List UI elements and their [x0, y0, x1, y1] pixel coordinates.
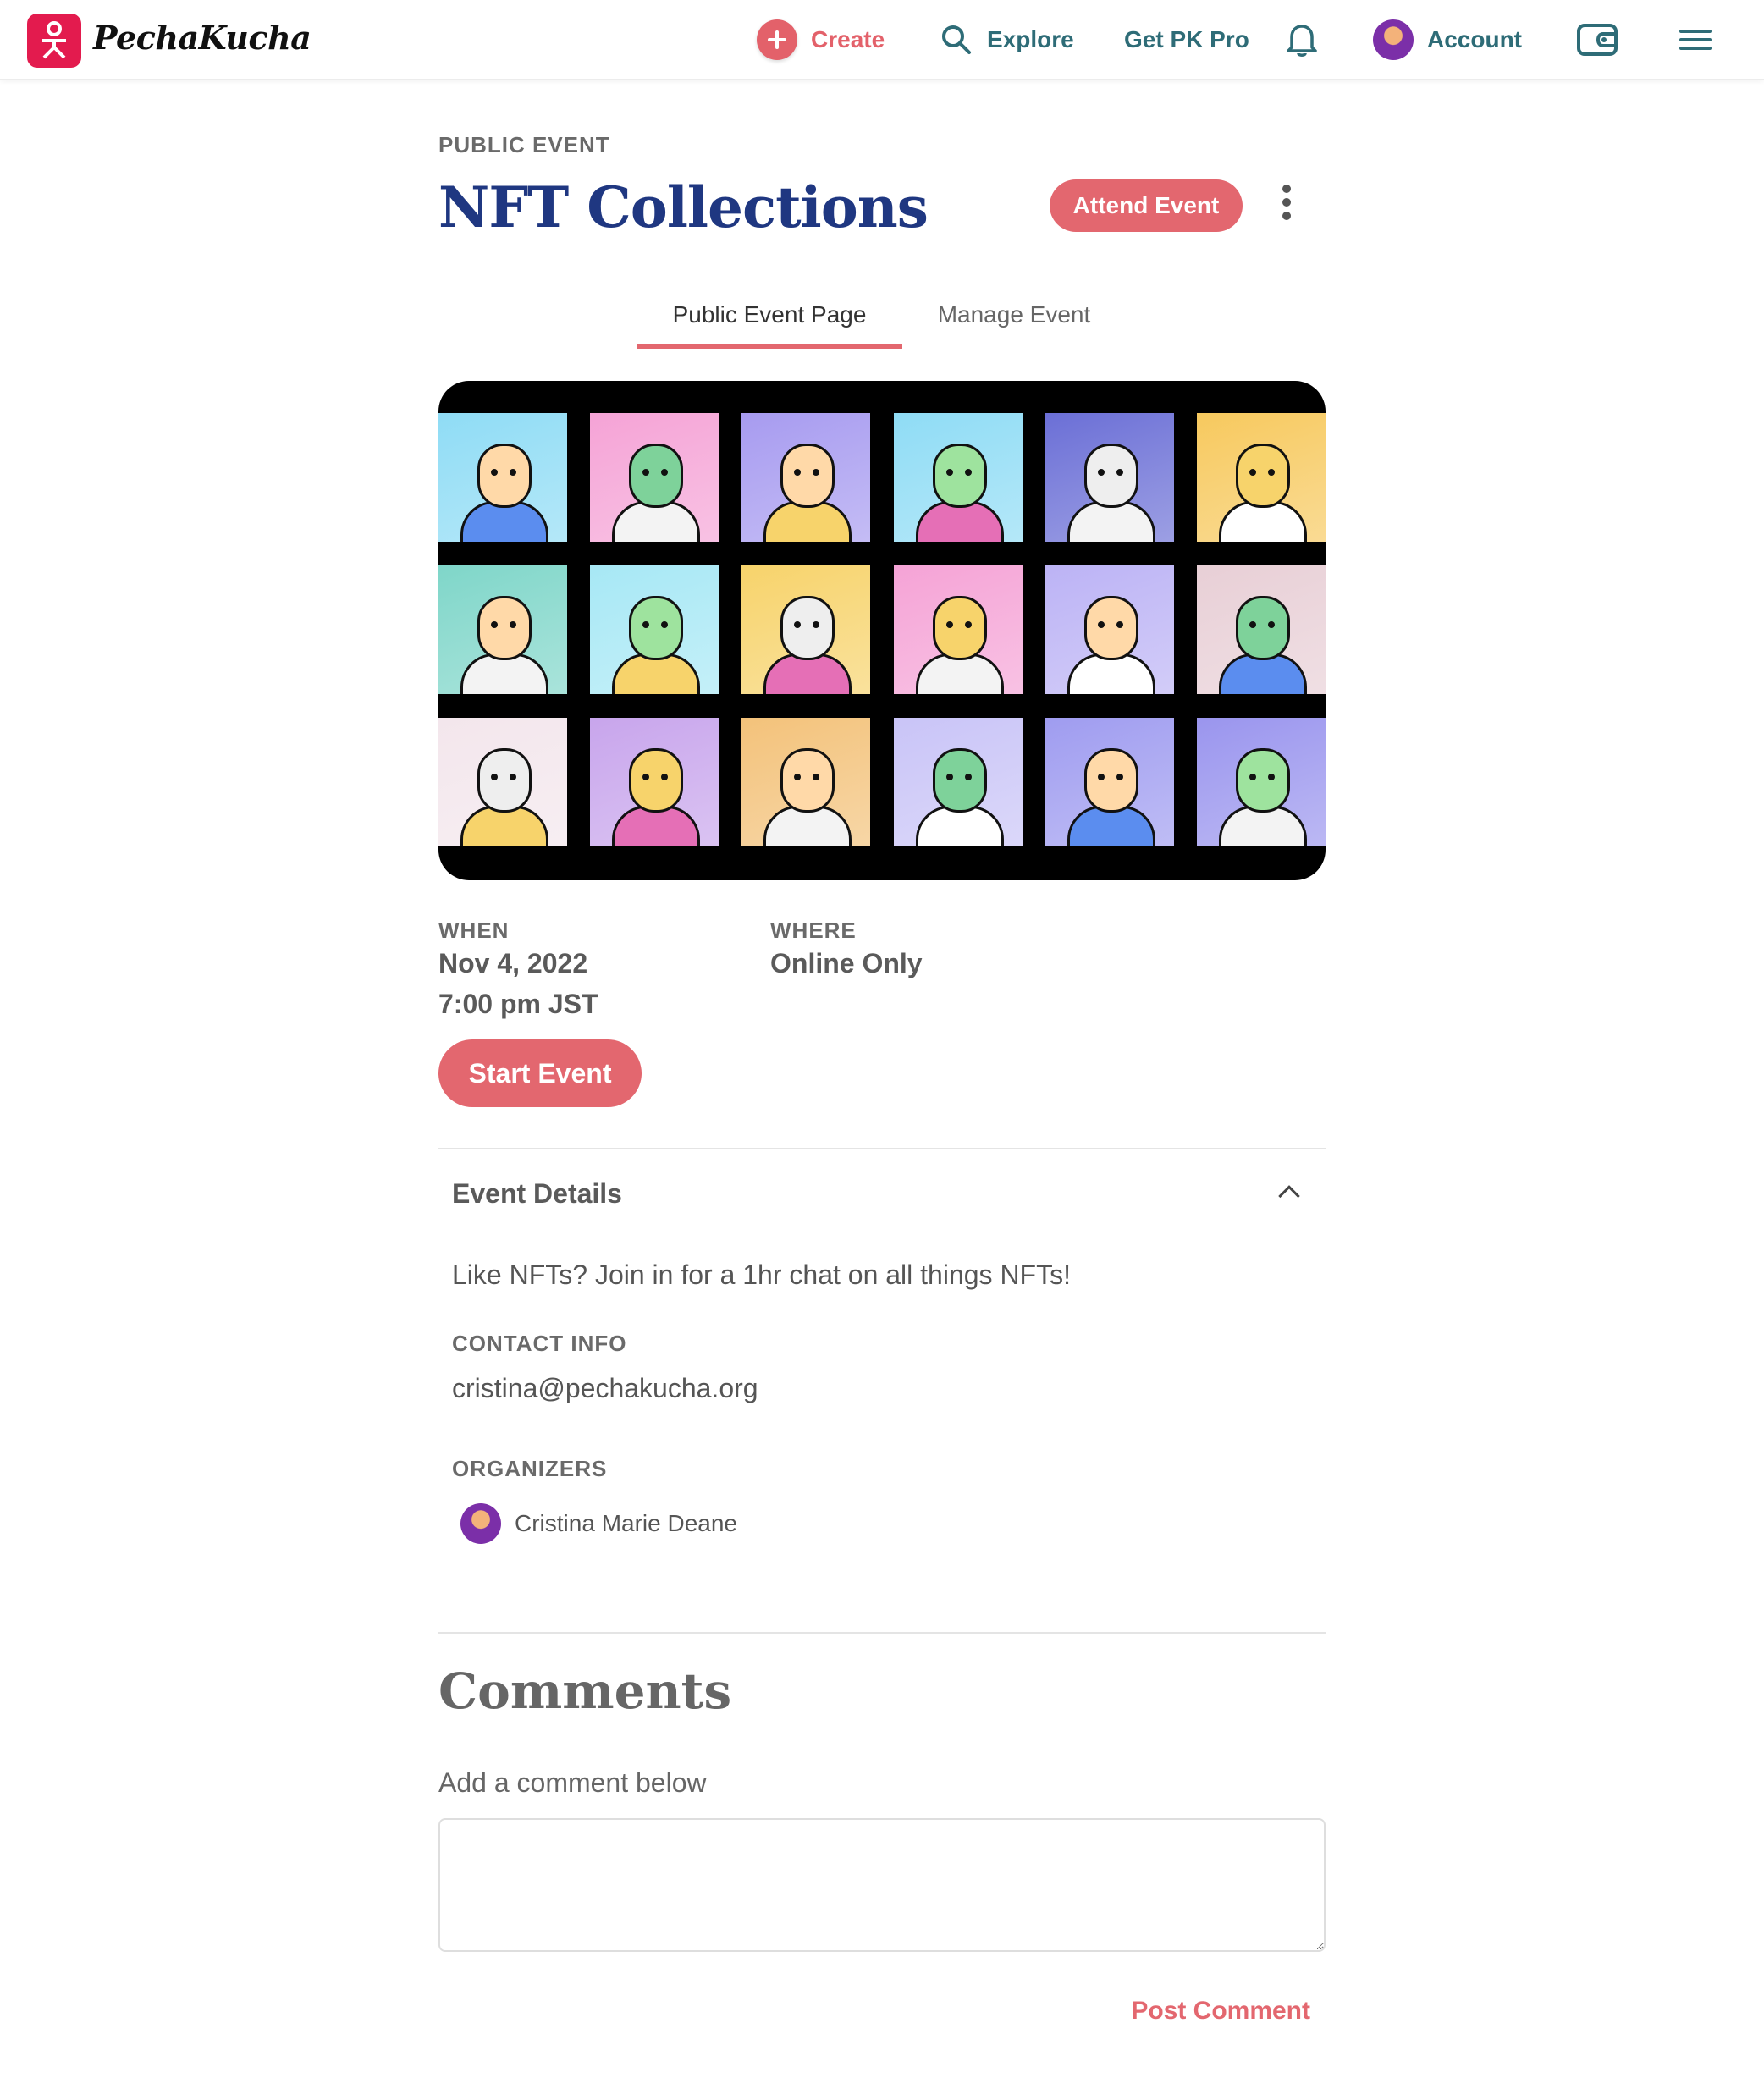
- organizers-label: ORGANIZERS: [452, 1456, 608, 1481]
- hamburger-menu-button[interactable]: [1679, 0, 1712, 80]
- nft-avatar-tile: [741, 565, 871, 694]
- create-button[interactable]: Create: [757, 0, 885, 80]
- get-pk-pro-label: Get PK Pro: [1124, 26, 1249, 52]
- nft-avatar-tile: [438, 718, 567, 846]
- event-details-toggle[interactable]: Event Details: [452, 1178, 622, 1210]
- comments-heading: Comments: [438, 1662, 732, 1720]
- top-navigation-bar: PechaKucha Create Explore Get PK Pro Acc…: [0, 0, 1764, 80]
- nft-avatar-tile: [1045, 718, 1174, 846]
- account-label: Account: [1427, 26, 1522, 52]
- brand-wordmark[interactable]: PechaKucha: [93, 19, 311, 57]
- nft-avatar-tile: [590, 565, 719, 694]
- nft-avatar-tile: [1045, 565, 1174, 694]
- menu-icon: [1679, 30, 1712, 50]
- user-avatar: [1373, 19, 1414, 60]
- where-label: WHERE: [770, 918, 857, 943]
- nft-avatar-grid: [438, 413, 1326, 846]
- explore-link[interactable]: Explore: [940, 0, 1074, 80]
- nft-avatar-tile: [1197, 565, 1326, 694]
- event-tabs: Public Event Page Manage Event: [637, 298, 1144, 349]
- notifications-button[interactable]: [1285, 0, 1319, 80]
- search-icon: [942, 25, 971, 54]
- event-location: Online Only: [770, 948, 923, 978]
- wallet-icon: [1577, 24, 1618, 56]
- event-title: NFT Collections: [438, 174, 929, 240]
- more-options-icon[interactable]: [1276, 185, 1297, 227]
- organizer-avatar[interactable]: [460, 1503, 501, 1544]
- nft-avatar-tile: [438, 565, 567, 694]
- account-menu[interactable]: Account: [1373, 0, 1522, 80]
- event-cover-image: [438, 381, 1326, 880]
- nft-avatar-tile: [1045, 413, 1174, 542]
- start-event-button[interactable]: Start Event: [438, 1039, 642, 1107]
- nft-avatar-tile: [741, 718, 871, 846]
- contact-info-label: CONTACT INFO: [452, 1331, 627, 1356]
- plus-icon: [757, 19, 797, 60]
- nft-avatar-tile: [893, 718, 1023, 846]
- nft-avatar-tile: [893, 413, 1023, 542]
- attend-event-button[interactable]: Attend Event: [1050, 179, 1243, 232]
- tab-public-event-page[interactable]: Public Event Page: [637, 298, 902, 349]
- organizer-name[interactable]: Cristina Marie Deane: [515, 1510, 769, 1537]
- nft-avatar-tile: [1197, 413, 1326, 542]
- explore-label: Explore: [987, 26, 1074, 52]
- contact-email: cristina@pechakucha.org: [452, 1373, 758, 1403]
- event-date: Nov 4, 2022: [438, 948, 588, 978]
- event-time: 7:00 pm JST: [438, 989, 598, 1019]
- bell-icon: [1287, 25, 1317, 57]
- post-comment-button[interactable]: Post Comment: [1116, 1993, 1310, 2030]
- when-label: WHEN: [438, 918, 510, 943]
- get-pk-pro-link[interactable]: Get PK Pro: [1124, 0, 1249, 80]
- divider: [438, 1632, 1326, 1634]
- nft-avatar-tile: [1197, 718, 1326, 846]
- event-description: Like NFTs? Join in for a 1hr chat on all…: [452, 1259, 1071, 1290]
- divider: [438, 1148, 1326, 1149]
- pechakucha-logo-icon[interactable]: [27, 14, 81, 68]
- nft-avatar-tile: [590, 413, 719, 542]
- create-label: Create: [811, 26, 885, 52]
- event-type-label: PUBLIC EVENT: [438, 132, 610, 157]
- comment-prompt: Add a comment below: [438, 1767, 707, 1798]
- nft-avatar-tile: [590, 718, 719, 846]
- nft-avatar-tile: [438, 413, 567, 542]
- tab-manage-event[interactable]: Manage Event: [902, 298, 1126, 349]
- chevron-up-icon[interactable]: [1278, 1185, 1300, 1207]
- wallet-button[interactable]: [1576, 0, 1618, 80]
- nft-avatar-tile: [741, 413, 871, 542]
- nft-avatar-tile: [893, 565, 1023, 694]
- comment-input[interactable]: [438, 1818, 1326, 1952]
